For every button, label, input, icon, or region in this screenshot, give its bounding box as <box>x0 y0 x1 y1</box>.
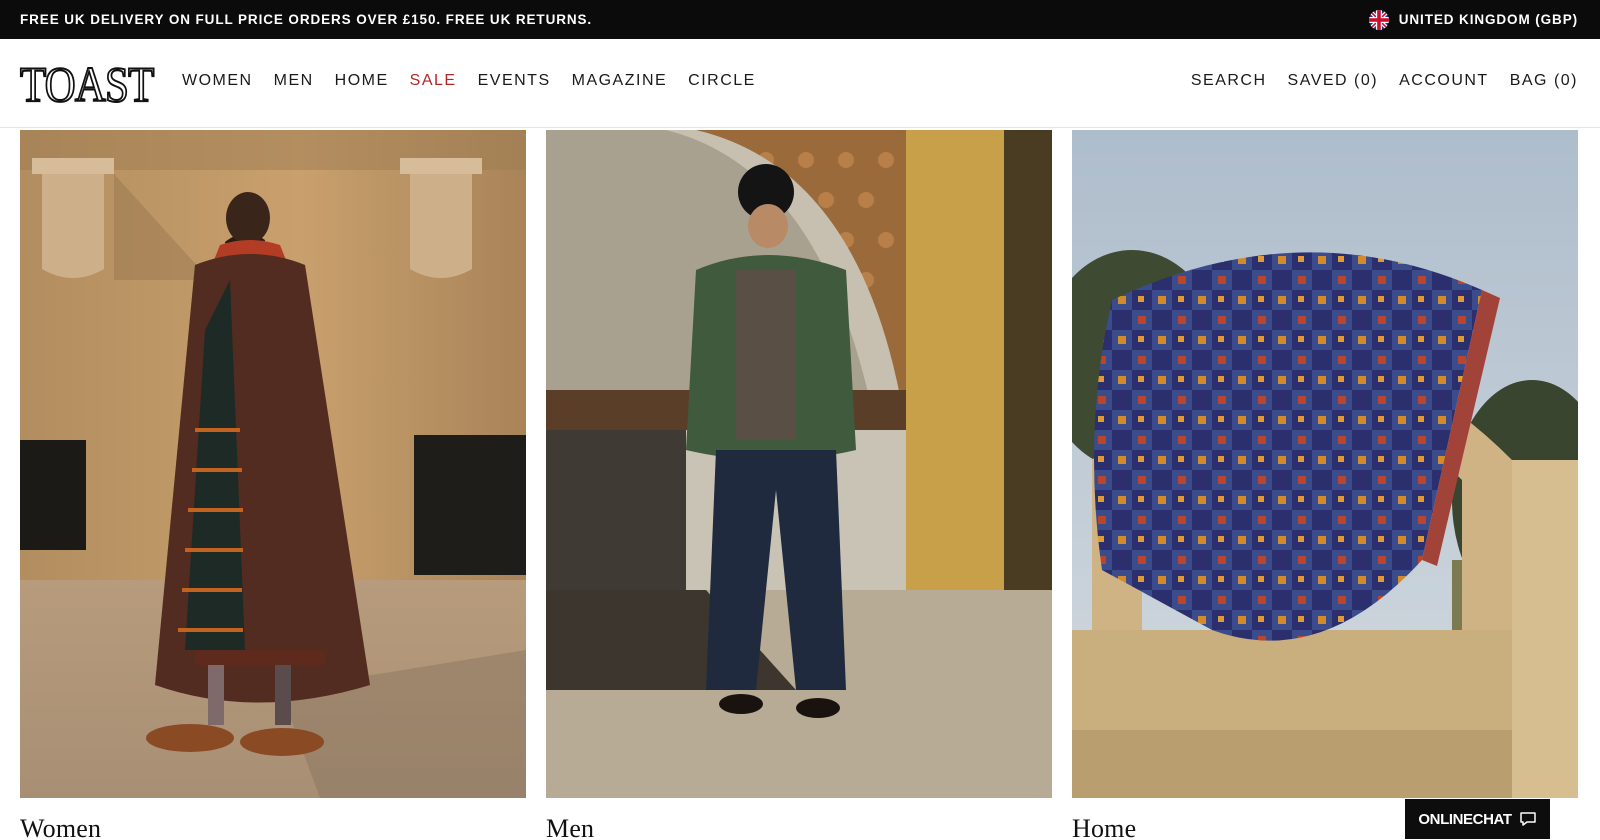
uk-flag-icon <box>1368 9 1389 30</box>
home-category-image <box>1072 130 1578 798</box>
women-category-image <box>20 130 526 798</box>
utility-nav: SEARCH SAVED (0) ACCOUNT BAG (0) <box>1170 72 1578 90</box>
nav-home[interactable]: HOME <box>335 72 389 90</box>
category-tile-men[interactable] <box>546 130 1052 798</box>
men-category-image <box>546 130 1052 798</box>
bag-link[interactable]: BAG (0) <box>1510 72 1578 90</box>
category-title-home[interactable]: Home <box>1072 814 1136 840</box>
category-tile-women[interactable] <box>20 130 526 798</box>
nav-sale[interactable]: SALE <box>410 72 457 90</box>
nav-men[interactable]: MEN <box>274 72 314 90</box>
nav-events[interactable]: EVENTS <box>478 72 551 90</box>
category-tile-home[interactable] <box>1072 130 1578 798</box>
saved-link[interactable]: SAVED (0) <box>1288 72 1379 90</box>
region-selector[interactable]: UNITED KINGDOM (GBP) <box>1368 9 1578 30</box>
region-label: UNITED KINGDOM (GBP) <box>1398 12 1578 27</box>
category-title-women[interactable]: Women <box>20 814 101 840</box>
site-header: TOAST WOMEN MEN HOME SALE EVENTS MAGAZIN… <box>0 39 1600 128</box>
toast-logo[interactable]: TOAST <box>19 58 155 110</box>
category-title-men[interactable]: Men <box>546 814 594 840</box>
announcement-bar: FREE UK DELIVERY ON FULL PRICE ORDERS OV… <box>0 0 1600 39</box>
account-link[interactable]: ACCOUNT <box>1399 72 1489 90</box>
search-link[interactable]: SEARCH <box>1191 72 1267 90</box>
online-chat-button[interactable]: ONLINECHAT <box>1405 799 1550 839</box>
online-chat-label: ONLINECHAT <box>1418 810 1512 828</box>
nav-magazine[interactable]: MAGAZINE <box>572 72 668 90</box>
main-nav: WOMEN MEN HOME SALE EVENTS MAGAZINE CIRC… <box>182 72 777 90</box>
nav-circle[interactable]: CIRCLE <box>688 72 756 90</box>
delivery-message: FREE UK DELIVERY ON FULL PRICE ORDERS OV… <box>20 12 593 27</box>
nav-women[interactable]: WOMEN <box>182 72 253 90</box>
chat-bubble-icon <box>1519 812 1536 826</box>
